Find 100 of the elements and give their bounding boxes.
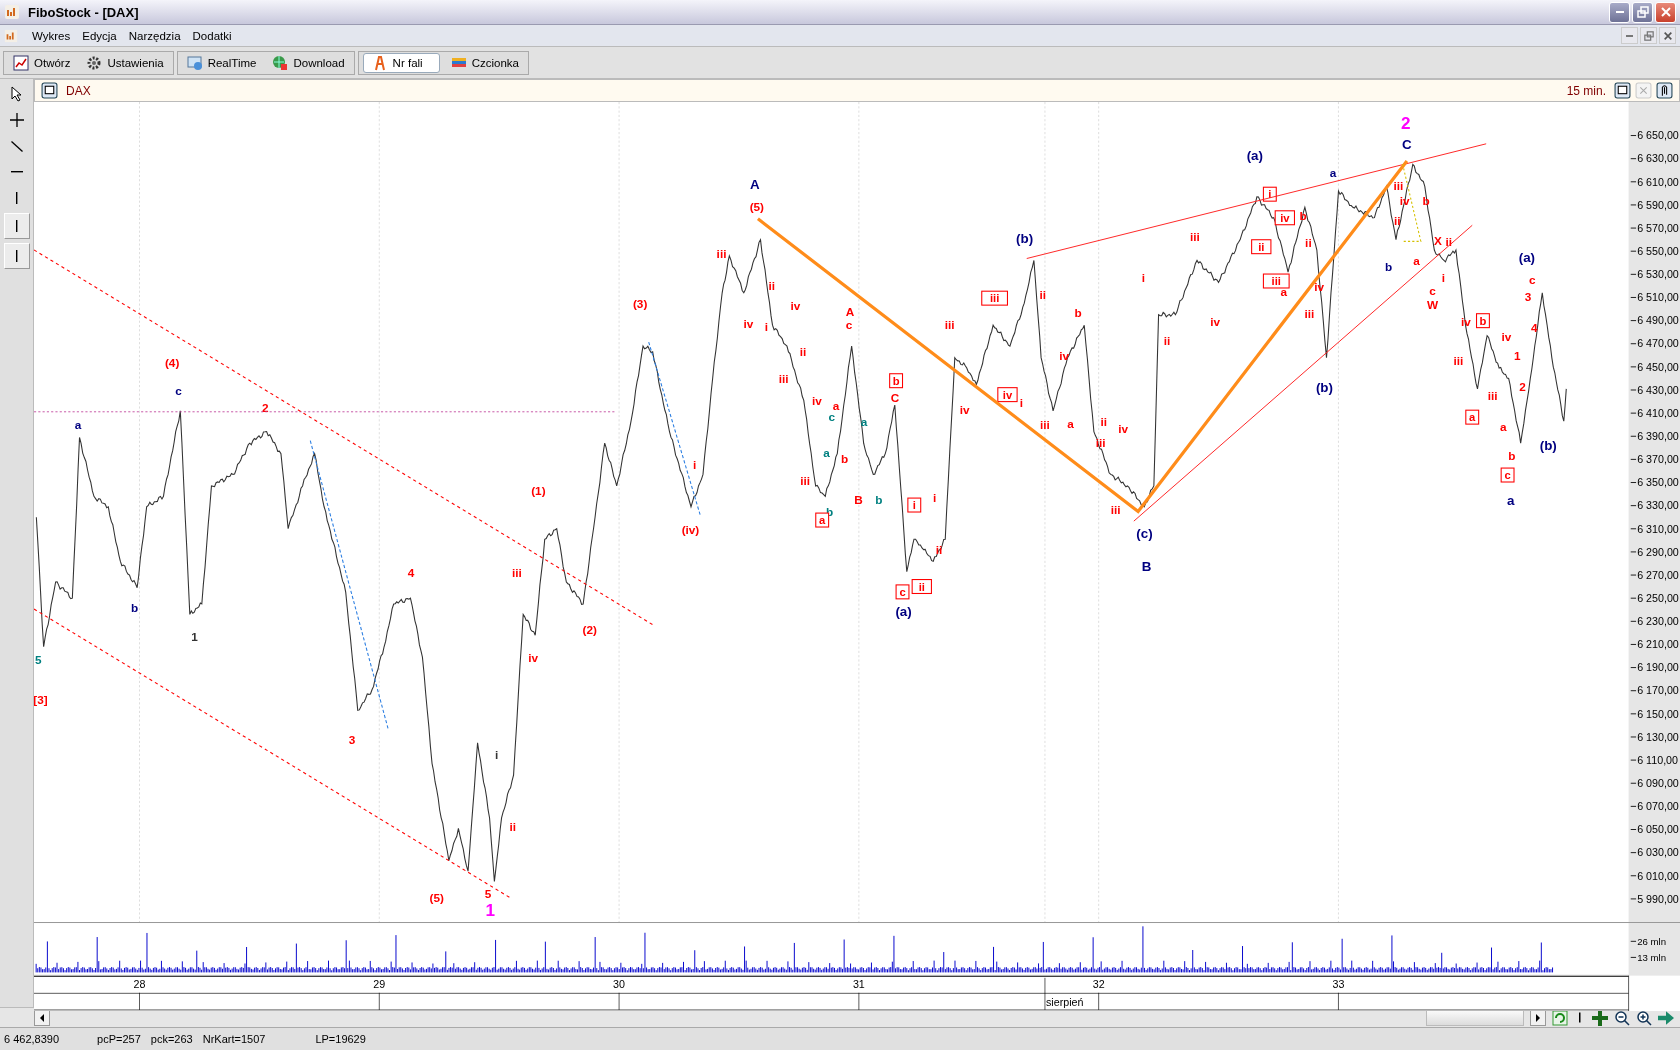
axis-label: 6 110,00 bbox=[1630, 753, 1678, 766]
wave-label: c bbox=[845, 318, 853, 332]
wave-label: i bbox=[1019, 396, 1024, 410]
wave-label: iii bbox=[1095, 436, 1106, 450]
wave-label: 1 bbox=[191, 630, 198, 644]
axis-label: 6 070,00 bbox=[1630, 800, 1679, 813]
axis-label: 6 130,00 bbox=[1630, 730, 1679, 743]
vertical-line-tool[interactable] bbox=[3, 243, 30, 269]
wave-label: b bbox=[1508, 449, 1516, 462]
wave-label: iii bbox=[778, 371, 789, 385]
wave-label: (a) bbox=[1246, 148, 1263, 164]
wave-label: iv bbox=[997, 387, 1018, 403]
wave-label: iii bbox=[1393, 178, 1404, 192]
wave-label: a bbox=[1413, 253, 1420, 267]
menu-item[interactable]: Dodatki bbox=[186, 29, 238, 42]
wave-label: iv bbox=[1460, 315, 1471, 328]
axis-label: 6 170,00 bbox=[1630, 684, 1679, 697]
wave-label: a bbox=[832, 398, 840, 412]
axis-label: 6 530,00 bbox=[1630, 268, 1679, 281]
maximize-icon[interactable] bbox=[1614, 82, 1631, 99]
wave-label: 5 bbox=[35, 652, 42, 666]
wave-label: (2) bbox=[582, 622, 597, 636]
vertical-line-icon bbox=[15, 192, 18, 204]
wave-label: (1) bbox=[531, 484, 546, 498]
wave-label: iv bbox=[1399, 193, 1410, 207]
cursor-line-icon[interactable] bbox=[1579, 1012, 1581, 1023]
wave-label: 4 bbox=[1531, 321, 1538, 335]
axis-label: 13 mln bbox=[1630, 951, 1667, 963]
menu-item[interactable]: Edycja bbox=[76, 29, 123, 42]
day-label: 33 bbox=[1332, 978, 1345, 991]
window-icon[interactable] bbox=[41, 82, 58, 99]
minimize-button[interactable] bbox=[1621, 27, 1638, 44]
wave-label: (5) bbox=[749, 200, 765, 214]
wave-label: ii bbox=[1305, 235, 1312, 249]
wave-label: iii bbox=[1487, 388, 1498, 402]
wave-label: b bbox=[1074, 306, 1082, 320]
axis-label: 6 050,00 bbox=[1630, 823, 1679, 836]
wave-label: 1 bbox=[485, 900, 495, 921]
wave-label: iv bbox=[1314, 279, 1324, 293]
wave-label: ii bbox=[1039, 288, 1047, 302]
wave-label: (4) bbox=[164, 355, 180, 369]
wave-label: iv bbox=[1118, 422, 1129, 436]
toolbar-button[interactable]: RealTime bbox=[181, 52, 262, 73]
paperclip-icon[interactable] bbox=[1656, 82, 1673, 99]
wave-label: ii bbox=[1445, 234, 1452, 248]
axis-label: 6 090,00 bbox=[1630, 777, 1679, 789]
wave-label: b bbox=[875, 492, 883, 506]
close-button[interactable] bbox=[1659, 27, 1676, 44]
wave-label: iv bbox=[743, 317, 754, 331]
wave-label: i bbox=[693, 457, 697, 471]
wave-label: 2 bbox=[1401, 112, 1411, 133]
menu-item[interactable]: Narzędzia bbox=[122, 29, 187, 42]
toolbar-button[interactable]: Otwórz bbox=[8, 52, 76, 73]
arrow-right-icon[interactable] bbox=[1658, 1009, 1674, 1026]
status-field: LP=19629 bbox=[315, 1033, 366, 1045]
month-label: sierpień bbox=[1046, 995, 1084, 1008]
toolbar-button[interactable]: Czcionka bbox=[445, 52, 524, 73]
wave-label: b bbox=[1422, 193, 1430, 207]
wave-label: iii bbox=[1110, 502, 1121, 516]
chart-icon bbox=[13, 54, 29, 71]
toolbar-button[interactable]: Download bbox=[267, 52, 350, 73]
plus-icon[interactable] bbox=[1592, 1009, 1608, 1026]
restore-button[interactable] bbox=[1640, 27, 1657, 44]
wave-label: i bbox=[1441, 271, 1445, 285]
settings-icon bbox=[86, 54, 103, 71]
wave-label: C bbox=[890, 391, 900, 405]
wave-label: a bbox=[823, 445, 830, 459]
vertical-line-tool[interactable] bbox=[3, 213, 30, 239]
window-title: FiboStock - [DAX] bbox=[28, 4, 139, 20]
wave-label: X bbox=[1434, 233, 1442, 247]
wave-label: iv bbox=[528, 650, 538, 664]
toolbar-button[interactable]: Ustawienia bbox=[81, 52, 169, 73]
status-field: pcP=257 bbox=[97, 1033, 141, 1045]
wave-label: iii bbox=[800, 473, 810, 487]
wave-label: ii bbox=[1251, 239, 1272, 255]
menu-item[interactable]: Wykres bbox=[26, 29, 77, 42]
wave-label: (c) bbox=[1136, 525, 1153, 541]
wave-label: b bbox=[889, 373, 904, 389]
globe-icon bbox=[272, 54, 289, 71]
axis-label: 6 330,00 bbox=[1630, 499, 1679, 512]
toolbar-button[interactable]: Nr fali bbox=[362, 52, 440, 73]
wave-label: i bbox=[764, 320, 769, 334]
wave-label: iii bbox=[1304, 307, 1315, 321]
day-label: 32 bbox=[1092, 978, 1105, 991]
axis-label: 6 150,00 bbox=[1630, 707, 1679, 720]
wave-label: a bbox=[1507, 492, 1515, 508]
status-field: pck=263 bbox=[150, 1033, 193, 1045]
axis-label: 5 990,00 bbox=[1630, 892, 1679, 905]
restore-icon bbox=[1636, 6, 1649, 18]
wave-label: iv bbox=[1210, 315, 1221, 328]
axis-label: 6 350,00 bbox=[1630, 476, 1679, 489]
zoom-out-icon[interactable] bbox=[1614, 1009, 1630, 1026]
monitor-icon bbox=[186, 54, 203, 71]
wave-label: C bbox=[1402, 136, 1412, 152]
chart-interval: 15 min. bbox=[1566, 83, 1606, 98]
wave-label: b bbox=[131, 601, 139, 615]
zoom-in-icon[interactable] bbox=[1636, 1009, 1652, 1026]
wave-label: c bbox=[1500, 467, 1515, 483]
wave-label: b bbox=[841, 452, 849, 466]
axis-label: 6 630,00 bbox=[1630, 152, 1679, 165]
